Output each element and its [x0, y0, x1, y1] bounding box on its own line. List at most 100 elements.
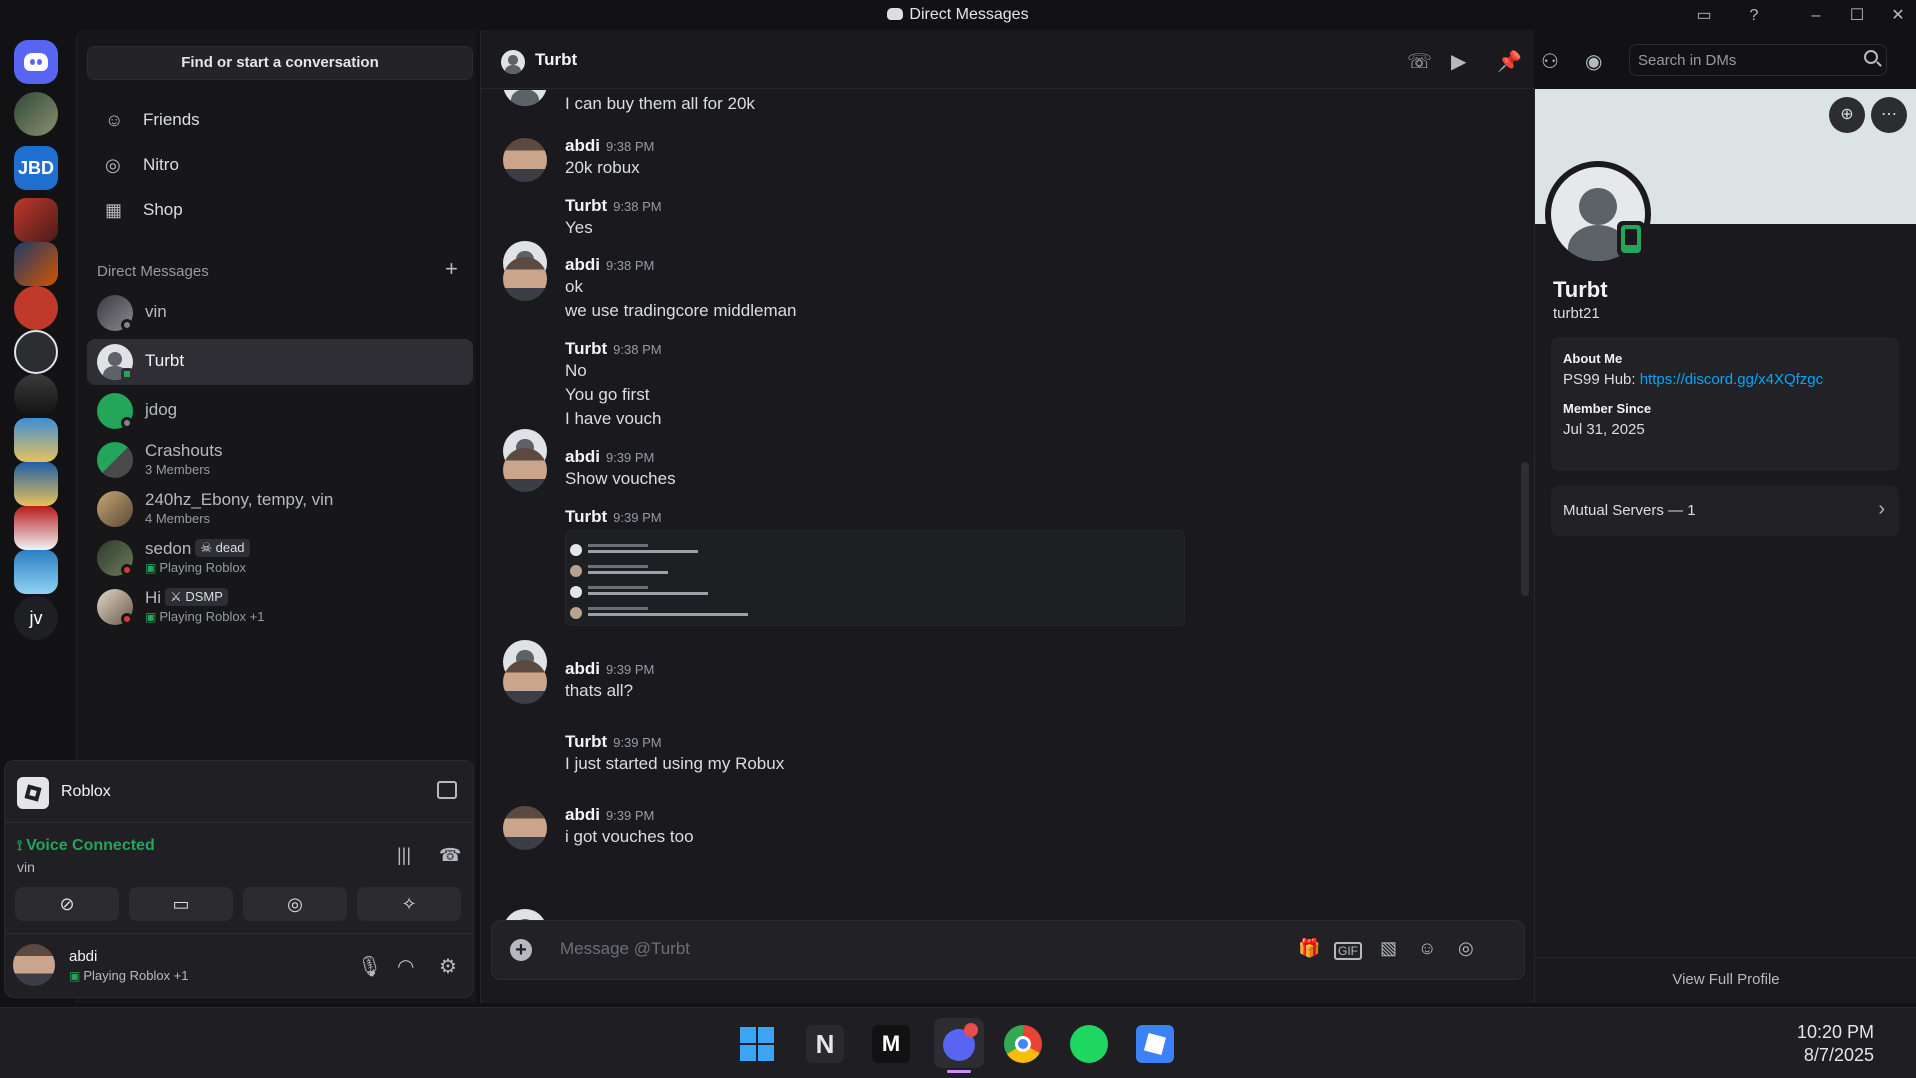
- pin-icon[interactable]: 📌: [1497, 49, 1522, 74]
- view-full-profile-button[interactable]: View Full Profile: [1535, 957, 1916, 1003]
- activity-button[interactable]: ◎: [243, 887, 347, 921]
- create-dm-icon[interactable]: +: [445, 256, 458, 282]
- chat-recipient-name[interactable]: Turbt: [535, 50, 577, 70]
- gift-icon[interactable]: 🎁: [1298, 938, 1320, 959]
- dm-item-crashouts[interactable]: Crashouts 3 Members: [87, 437, 473, 483]
- server-icon[interactable]: [14, 506, 58, 550]
- chrome-icon[interactable]: [1004, 1025, 1042, 1063]
- close-button[interactable]: ✕: [1886, 4, 1910, 28]
- add-friend-icon[interactable]: ⊕: [1829, 97, 1865, 133]
- server-icon[interactable]: [14, 462, 58, 506]
- image-attachment[interactable]: [565, 530, 1185, 626]
- voice-channel-name[interactable]: vin: [17, 859, 35, 875]
- disconnect-icon[interactable]: ☎: [439, 845, 461, 866]
- server-icon[interactable]: [14, 330, 58, 374]
- voice-connected-label[interactable]: ⟟ Voice Connected: [17, 837, 155, 855]
- spotify-icon[interactable]: [1070, 1025, 1108, 1063]
- message-content: I have vouch: [565, 409, 662, 428]
- message-input[interactable]: Message @Turbt: [560, 939, 690, 959]
- server-icon[interactable]: [14, 286, 58, 330]
- minimize-button[interactable]: –: [1804, 4, 1828, 28]
- gif-icon[interactable]: GIF: [1334, 942, 1362, 960]
- dm-item-group-240hz[interactable]: 240hz_Ebony, tempy, vin 4 Members: [87, 486, 473, 532]
- server-tag-badge: ☠ dead: [195, 539, 250, 557]
- dm-item-jdog[interactable]: jdog: [87, 388, 473, 434]
- avatar[interactable]: [503, 660, 547, 704]
- discord-logo-icon: [887, 8, 904, 20]
- maximize-button[interactable]: ☐: [1845, 4, 1869, 28]
- inbox-icon[interactable]: ▭: [1692, 4, 1716, 28]
- server-icon[interactable]: jv: [14, 596, 58, 640]
- friends-icon: ☺: [105, 110, 124, 130]
- server-icon[interactable]: [14, 418, 58, 462]
- message-content: 20k robux: [565, 158, 640, 177]
- discord-logo-icon: [24, 53, 48, 71]
- gamepad-icon: ▣: [145, 610, 157, 624]
- headphones-icon[interactable]: ◠: [397, 954, 414, 979]
- group-avatar: [97, 491, 133, 527]
- microphone-icon[interactable]: 🎙: [357, 954, 382, 979]
- apps-gamepad-icon[interactable]: ◎: [1458, 938, 1474, 959]
- user-activity: ▣ Playing Roblox +1: [69, 968, 189, 983]
- about-card: About Me PS99 Hub: https://discord.gg/x4…: [1551, 337, 1899, 471]
- sticker-icon[interactable]: ▧: [1380, 938, 1397, 959]
- upload-plus-icon[interactable]: +: [510, 939, 532, 961]
- signal-icon: ⟟: [17, 837, 27, 853]
- clock-date[interactable]: 8/7/2025: [1804, 1045, 1874, 1066]
- server-icon[interactable]: [14, 550, 58, 594]
- stream-game-icon[interactable]: [437, 781, 457, 799]
- mutual-servers-card[interactable]: Mutual Servers — 1 ›: [1551, 486, 1899, 536]
- find-conversation-button[interactable]: Find or start a conversation: [87, 46, 473, 80]
- message-content: we use tradingcore middleman: [565, 301, 797, 320]
- clock-time[interactable]: 10:20 PM: [1797, 1022, 1874, 1043]
- add-friends-to-dm-icon[interactable]: ⚇: [1541, 49, 1559, 74]
- avatar[interactable]: [13, 944, 55, 986]
- server-icon[interactable]: JBD: [14, 146, 58, 190]
- mail-app-icon[interactable]: M: [872, 1025, 910, 1063]
- discord-taskbar-icon[interactable]: [934, 1018, 984, 1073]
- mobile-status-icon: [1617, 221, 1645, 257]
- dm-item-hi[interactable]: Hi ⚔ DSMP ▣ Playing Roblox +1: [87, 584, 473, 630]
- help-icon[interactable]: ?: [1742, 4, 1766, 28]
- server-icon[interactable]: [14, 92, 58, 136]
- about-link[interactable]: https://discord.gg/x4XQfzgc: [1640, 371, 1823, 388]
- notion-icon[interactable]: N: [806, 1025, 844, 1063]
- server-icon[interactable]: [14, 242, 58, 286]
- camera-off-button[interactable]: ⊘: [15, 887, 119, 921]
- soundboard-button[interactable]: ✧: [357, 887, 461, 921]
- settings-gear-icon[interactable]: ⚙: [439, 954, 457, 979]
- voice-call-icon[interactable]: ☏: [1407, 49, 1432, 74]
- avatar[interactable]: [503, 448, 547, 492]
- message-content: ok: [565, 277, 583, 296]
- gamepad-icon: ▣: [145, 561, 157, 575]
- server-icon[interactable]: [14, 198, 58, 242]
- dm-item-vin[interactable]: vin: [87, 290, 473, 336]
- emoji-icon[interactable]: ☺: [1418, 938, 1436, 959]
- noise-suppression-icon[interactable]: |||: [397, 845, 411, 866]
- message-author: Turbt 9:39 PM: [565, 507, 662, 526]
- roblox-taskbar-icon[interactable]: [1136, 1025, 1174, 1063]
- windows-start-icon[interactable]: [738, 1025, 776, 1063]
- home-button[interactable]: [14, 40, 58, 84]
- server-tag-badge: ⚔ DSMP: [165, 588, 228, 606]
- dm-activity: ▣ Playing Roblox: [145, 560, 247, 575]
- dm-search-input[interactable]: Search in DMs: [1629, 44, 1887, 76]
- dm-section-header: Direct Messages: [97, 263, 209, 280]
- nav-item-friends[interactable]: ☺ Friends: [87, 100, 473, 140]
- avatar[interactable]: [503, 138, 547, 182]
- server-icon[interactable]: [14, 374, 58, 418]
- message-content: thats all?: [565, 681, 634, 700]
- message-author: abdi 9:38 PM: [565, 136, 655, 155]
- nav-item-nitro[interactable]: ◎ Nitro: [87, 145, 473, 185]
- screen-share-button[interactable]: ▭: [129, 887, 233, 921]
- video-call-icon[interactable]: ▶: [1451, 49, 1466, 74]
- message-content: I just started using my Robux: [565, 754, 785, 773]
- avatar[interactable]: [503, 806, 547, 850]
- more-options-icon[interactable]: ⋯: [1871, 97, 1907, 133]
- dm-item-sedon[interactable]: sedon ☠ dead ▣ Playing Roblox: [87, 535, 473, 581]
- dm-item-turbt[interactable]: Turbt: [87, 339, 473, 385]
- avatar[interactable]: [503, 257, 547, 301]
- user-profile-icon[interactable]: ◉: [1585, 49, 1602, 74]
- chat-scrollbar[interactable]: [1521, 462, 1529, 596]
- nav-item-shop[interactable]: ▦ Shop: [87, 190, 473, 230]
